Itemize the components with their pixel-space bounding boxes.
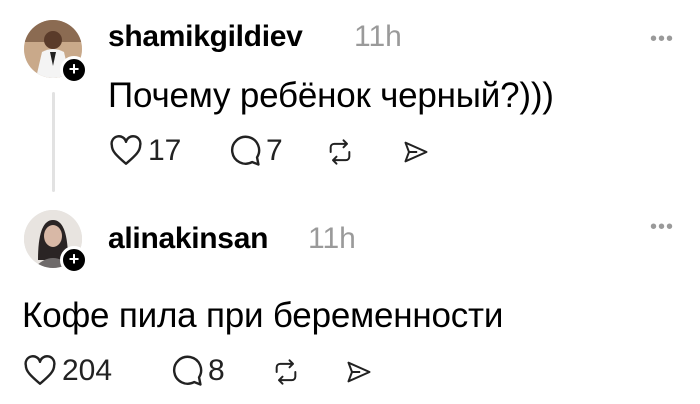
comment-text: Почему ребёнок черный?))) (108, 76, 554, 115)
share-icon[interactable] (344, 358, 374, 386)
repost-icon[interactable] (271, 358, 301, 386)
comment-text: Кофе пила при беременности (22, 296, 504, 335)
like-count: 17 (148, 134, 182, 167)
reply-button[interactable]: 7 (228, 134, 283, 168)
username[interactable]: alinakinsan (108, 222, 268, 256)
comment-1: + shamikgildiev 11h ••• Почему ребёнок ч… (0, 0, 700, 200)
more-icon[interactable]: ••• (650, 28, 674, 51)
avatar-container[interactable]: + (24, 20, 88, 84)
like-button[interactable]: 204 (22, 354, 112, 388)
more-icon[interactable]: ••• (650, 216, 674, 239)
thread-line (52, 92, 55, 192)
username[interactable]: shamikgildiev (108, 20, 303, 54)
avatar-container[interactable]: + (24, 210, 88, 274)
timestamp: 11h (354, 20, 402, 53)
follow-plus-icon[interactable]: + (60, 56, 88, 84)
reply-count: 8 (208, 354, 225, 387)
reply-button[interactable]: 8 (170, 354, 225, 388)
repost-icon[interactable] (325, 138, 355, 166)
like-count: 204 (62, 354, 113, 387)
reply-count: 7 (266, 134, 283, 167)
comment-icon (231, 135, 261, 166)
timestamp: 11h (308, 222, 356, 255)
like-button[interactable]: 17 (108, 134, 181, 168)
heart-icon (24, 355, 56, 385)
comment-icon (173, 355, 203, 386)
comment-2: + alinakinsan 11h ••• Кофе пила при бере… (0, 200, 700, 404)
heart-icon (110, 135, 142, 165)
follow-plus-icon[interactable]: + (60, 246, 88, 274)
share-icon[interactable] (401, 138, 431, 166)
